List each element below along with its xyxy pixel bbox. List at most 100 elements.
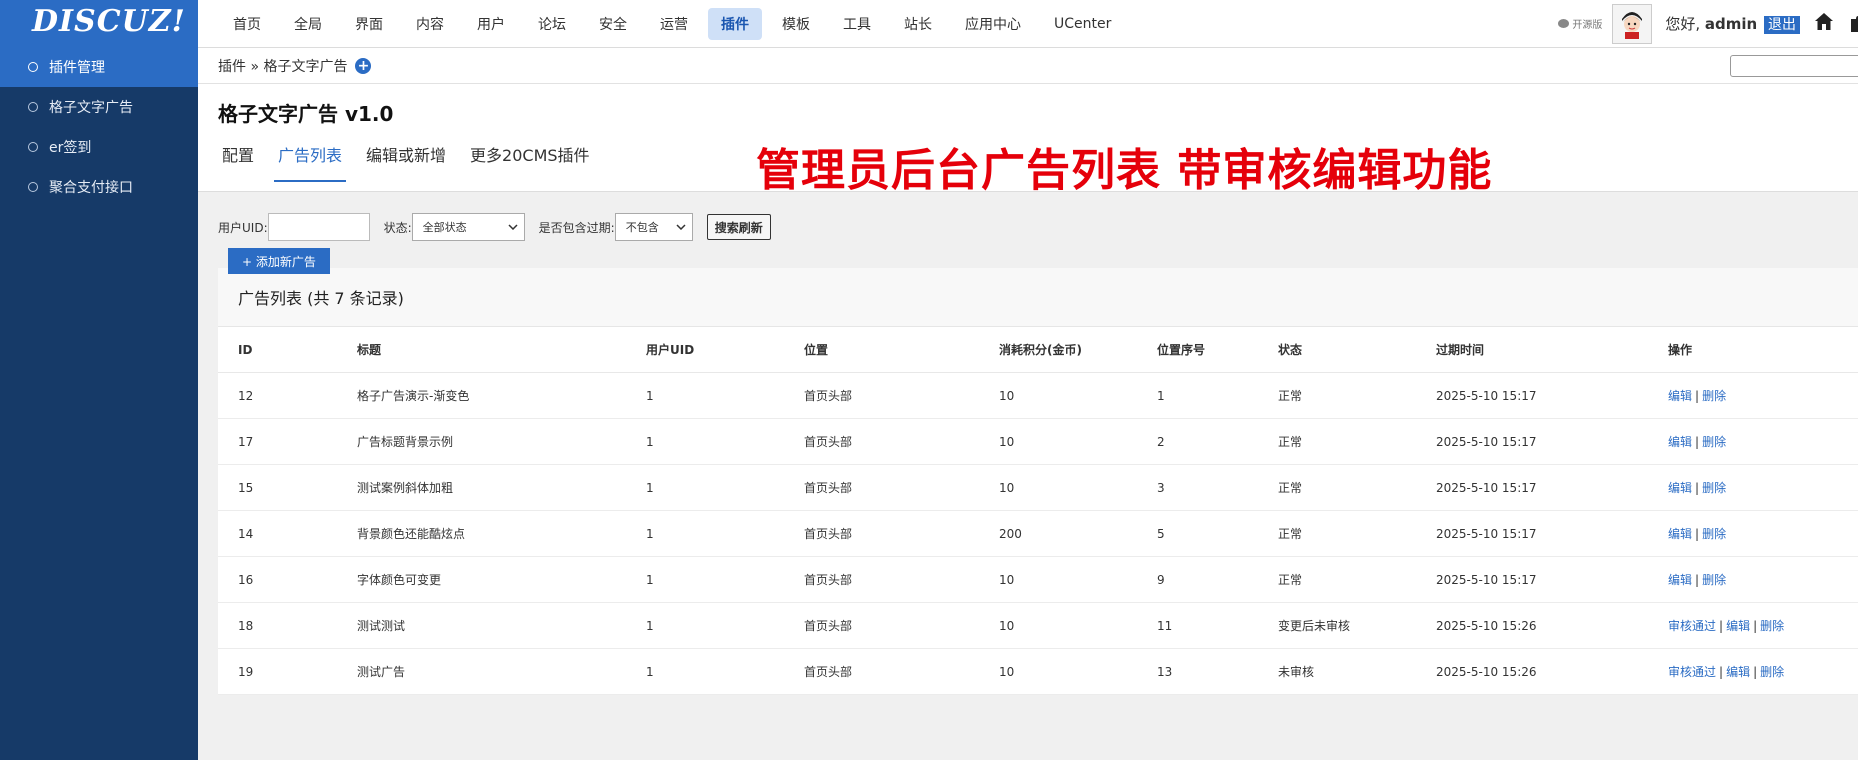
username: admin (1704, 15, 1758, 33)
status-select[interactable]: 全部状态 (411, 213, 525, 241)
cell-expire: 2025-5-10 15:17 (1436, 556, 1668, 603)
edit-link[interactable]: 编辑 (1668, 527, 1692, 541)
table-row: 19 测试广告 1 首页头部 10 13 未审核 2025-5-10 15:26 审核通过 | 编辑… (218, 648, 1858, 695)
search-refresh-button[interactable]: 搜索刷新 (706, 214, 771, 240)
cell-id: 12 (218, 372, 357, 419)
circle-bullet-icon (28, 142, 38, 152)
sidebar-item[interactable]: 插件管理 (0, 47, 198, 87)
edit-link[interactable]: 编辑 (1726, 619, 1750, 633)
topnav-item[interactable]: 论坛 (525, 8, 579, 40)
edit-link[interactable]: 编辑 (1668, 573, 1692, 587)
column-header: 位置 (804, 327, 999, 373)
cell-uid: 1 (646, 510, 804, 557)
cell-uid: 1 (646, 464, 804, 511)
add-ad-button[interactable]: + 添加新广告 (228, 248, 330, 274)
cell-id: 15 (218, 464, 357, 511)
promo-banner-text: 管理员后台广告列表 带审核编辑功能 (756, 145, 1493, 196)
sidebar-item[interactable]: 聚合支付接口 (0, 167, 198, 207)
cell-title: 字体颜色可变更 (357, 556, 646, 603)
topnav-item[interactable]: 模板 (769, 8, 823, 40)
cell-actions: 审核通过 | 编辑 | 删除 (1668, 648, 1858, 695)
cell-position: 首页头部 (804, 648, 999, 695)
tab-item[interactable]: 配置 (218, 142, 258, 182)
delete-link[interactable]: 删除 (1760, 665, 1784, 679)
add-shortcut-icon[interactable]: + (355, 57, 372, 74)
column-header: 标题 (357, 327, 646, 373)
cell-position: 首页头部 (804, 372, 999, 419)
cell-expire: 2025-5-10 15:17 (1436, 510, 1668, 557)
open-source-badge[interactable]: 开源版 (1558, 16, 1602, 31)
topnav-item[interactable]: 安全 (586, 8, 640, 40)
top-nav: 首页 全局 界面 内容 用户 论坛 安全 运营 插件 模板 工具 站长 应用中心 UCenter (220, 0, 1131, 47)
greeting-text: 您好, (1665, 15, 1701, 33)
circle-bullet-icon (28, 182, 38, 192)
topnav-item[interactable]: 全局 (281, 8, 335, 40)
chevron-down-icon (508, 224, 518, 230)
cell-id: 19 (218, 648, 357, 695)
delete-link[interactable]: 删除 (1702, 527, 1726, 541)
avatar[interactable] (1612, 3, 1653, 44)
topnav-item[interactable]: 工具 (830, 8, 884, 40)
topnav-item[interactable]: 界面 (342, 8, 396, 40)
menu-search-input[interactable] (1730, 55, 1858, 77)
delete-link[interactable]: 删除 (1760, 619, 1784, 633)
action-separator: | (1695, 527, 1700, 541)
table-row: 14 背景颜色还能酷炫点 1 首页头部 200 5 正常 2025-5-10 15:17 编辑 |… (218, 510, 1858, 557)
delete-link[interactable]: 删除 (1702, 481, 1726, 495)
top-right-area: 开源版 您好, admin 退出 (1558, 0, 1858, 47)
greeting: 您好, admin 退出 (1665, 13, 1800, 34)
cell-id: 17 (218, 418, 357, 465)
cell-status: 变更后未审核 (1278, 602, 1436, 649)
cell-actions: 编辑 | 删除 (1668, 510, 1858, 557)
approve-link[interactable]: 审核通过 (1668, 619, 1716, 633)
tab-item[interactable]: 广告列表 (274, 142, 347, 182)
cell-title: 测试案例斜体加粗 (357, 464, 646, 511)
ad-table: ID 标题 用户UID 位置 消耗积分(金币) 位置序号 状态 过期时间 操作 12 格子广告演示… (218, 327, 1858, 695)
edit-link[interactable]: 编辑 (1668, 481, 1692, 495)
expired-select[interactable]: 不包含 (614, 213, 693, 241)
cell-cost: 10 (999, 372, 1157, 419)
edit-link[interactable]: 编辑 (1668, 435, 1692, 449)
chevron-down-icon (676, 224, 686, 230)
table-header-row: ID 标题 用户UID 位置 消耗积分(金币) 位置序号 状态 过期时间 操作 (218, 327, 1858, 373)
circle-bullet-icon (28, 102, 38, 112)
topnav-item[interactable]: 站长 (891, 8, 945, 40)
cell-uid: 1 (646, 372, 804, 419)
puzzle-icon[interactable] (1848, 14, 1858, 34)
cell-status: 正常 (1278, 418, 1436, 465)
logo-area[interactable]: DISCUZ! (0, 0, 198, 47)
delete-link[interactable]: 删除 (1702, 573, 1726, 587)
topnav-item[interactable]: 内容 (403, 8, 457, 40)
action-separator: | (1719, 619, 1724, 633)
cell-position: 首页头部 (804, 556, 999, 603)
ad-list-panel: 广告列表 (共 7 条记录) ID 标题 用户UID 位置 消耗积分(金币) 位置序号 状态… (218, 268, 1858, 695)
delete-link[interactable]: 删除 (1702, 389, 1726, 403)
sidebar-item[interactable]: er签到 (0, 127, 198, 167)
cell-actions: 审核通过 | 编辑 | 删除 (1668, 602, 1858, 649)
home-icon[interactable] (1814, 12, 1834, 35)
cell-status: 正常 (1278, 510, 1436, 557)
edit-link[interactable]: 编辑 (1668, 389, 1692, 403)
cell-uid: 1 (646, 418, 804, 465)
table-row: 16 字体颜色可变更 1 首页头部 10 9 正常 2025-5-10 15:17 编辑 | 删除 (218, 556, 1858, 603)
topnav-item[interactable]: 插件 (708, 7, 762, 40)
cell-actions: 编辑 | 删除 (1668, 372, 1858, 419)
topnav-item[interactable]: 首页 (220, 8, 274, 40)
topnav-item[interactable]: 应用中心 (952, 8, 1034, 40)
cell-actions: 编辑 | 删除 (1668, 418, 1858, 465)
delete-link[interactable]: 删除 (1702, 435, 1726, 449)
topnav-item[interactable]: 用户 (464, 8, 518, 40)
cell-position: 首页头部 (804, 418, 999, 465)
edit-link[interactable]: 编辑 (1726, 665, 1750, 679)
uid-input[interactable] (267, 213, 370, 241)
cell-position: 首页头部 (804, 464, 999, 511)
status-label: 状态: (383, 220, 412, 235)
sidebar-item[interactable]: 格子文字广告 (0, 87, 198, 127)
column-header: 状态 (1278, 327, 1436, 373)
tab-item[interactable]: 更多20CMS插件 (466, 142, 594, 182)
topnav-item[interactable]: UCenter (1041, 10, 1124, 38)
tab-item[interactable]: 编辑或新增 (362, 142, 450, 182)
approve-link[interactable]: 审核通过 (1668, 665, 1716, 679)
logout-button[interactable]: 退出 (1764, 16, 1800, 34)
topnav-item[interactable]: 运营 (647, 8, 701, 40)
